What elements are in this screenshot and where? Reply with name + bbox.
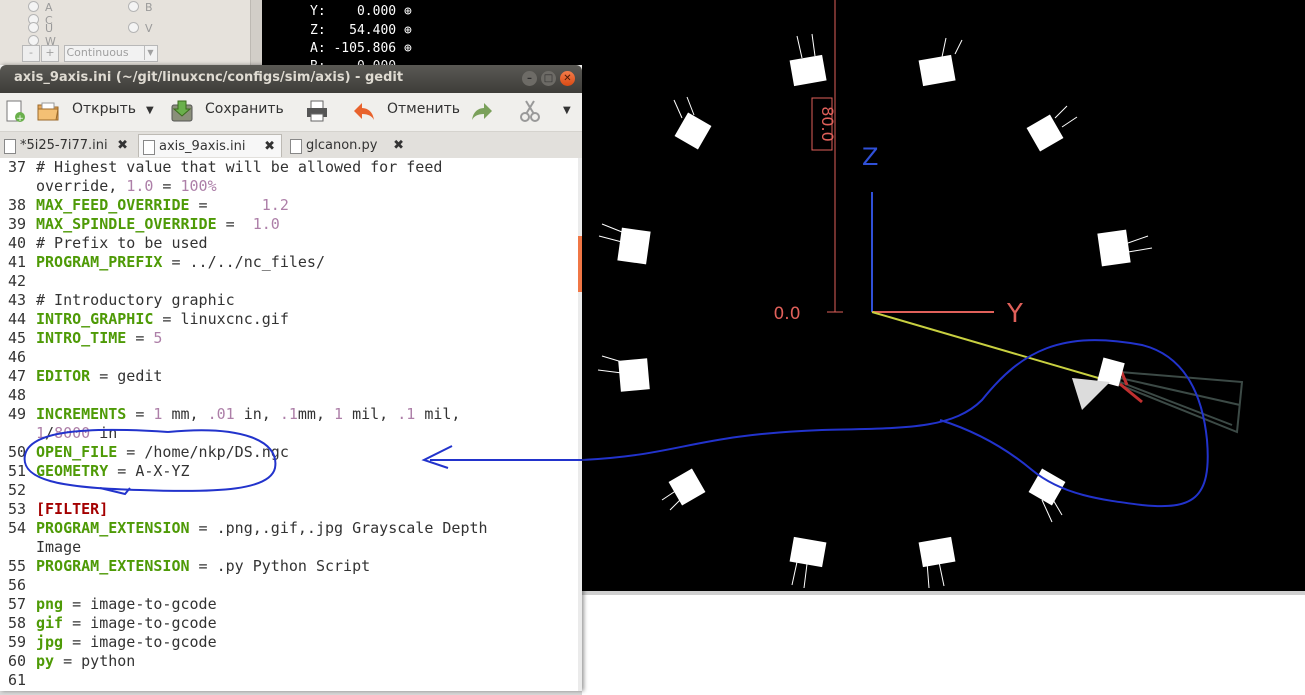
fixture bbox=[1026, 105, 1078, 152]
z-axis-label: Z bbox=[862, 143, 878, 171]
origin-label: 0.0 bbox=[773, 304, 800, 324]
fixture bbox=[918, 37, 963, 87]
tool-cone bbox=[1072, 378, 1110, 410]
toolpath-line bbox=[871, 311, 1113, 383]
fixture bbox=[918, 536, 956, 589]
fixture bbox=[673, 96, 712, 150]
fixture bbox=[1028, 468, 1066, 523]
fixture bbox=[598, 223, 651, 265]
fixture bbox=[789, 536, 827, 589]
annotation-arrow-head bbox=[421, 445, 453, 469]
annotation-overlay bbox=[23, 428, 582, 496]
fixture bbox=[597, 355, 650, 392]
y-axis-label: Y bbox=[1006, 299, 1023, 329]
annotation-ellipse bbox=[23, 428, 277, 492]
tool-edge bbox=[1119, 381, 1233, 426]
fixture bbox=[789, 33, 827, 87]
dimension-label: 80.0 bbox=[818, 106, 837, 142]
fixture bbox=[661, 468, 706, 511]
gcode-listing-area[interactable] bbox=[582, 591, 1305, 695]
fixture bbox=[1097, 229, 1153, 267]
